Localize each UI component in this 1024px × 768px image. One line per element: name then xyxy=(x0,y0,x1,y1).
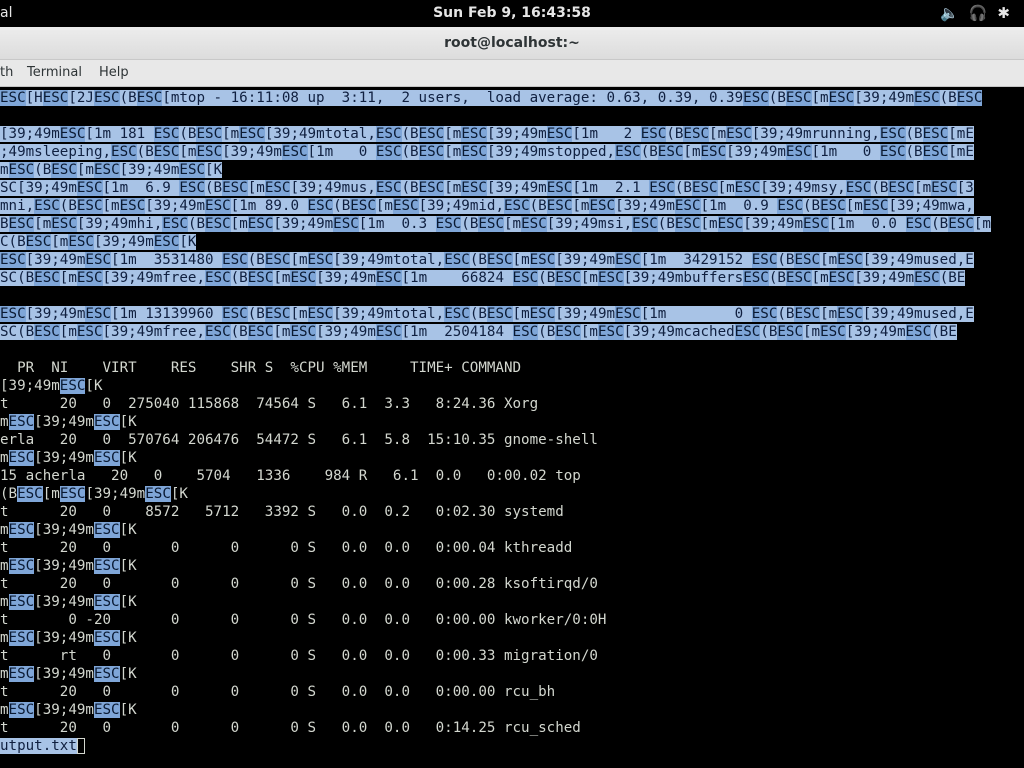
terminal-line-text: SC[39;49mESC[1m 6.9 ESC(BESC[mESC[39;49m… xyxy=(0,180,974,196)
menu-terminal[interactable]: Terminal xyxy=(27,65,82,80)
terminal-line-text: mESC[39;49mESC[K xyxy=(0,702,137,718)
terminal-line-text: (BESC[mESC[39;49mESC[K xyxy=(0,486,188,502)
terminal-line: mESC[39;49mESC[K xyxy=(0,665,137,683)
terminal-line: ESC[39;49mESC[1m 3531480 ESC(BESC[mESC[3… xyxy=(0,251,974,269)
terminal-line: 15 acherla 20 0 5704 1336 984 R 6.1 0.0 … xyxy=(0,467,581,485)
terminal-line-text: t 20 0 275040 115868 74564 S 6.1 3.3 8:2… xyxy=(0,396,539,412)
terminal-line: SC(BESC[mESC[39;49mfree,ESC(BESC[mESC[39… xyxy=(0,323,957,341)
bluetooth-icon[interactable]: ✱ xyxy=(997,4,1010,22)
terminal-line: [39;49mESC[K xyxy=(0,377,103,395)
system-tray[interactable]: 🔈 🎧 ✱ xyxy=(940,4,1010,22)
terminal-line-text: mESC[39;49mESC[K xyxy=(0,450,137,466)
terminal-line-text: C(BESC[mESC[39;49mESC[K xyxy=(0,234,197,250)
terminal-line-text: SC(BESC[mESC[39;49mfree,ESC(BESC[mESC[39… xyxy=(0,324,957,340)
window-titlebar[interactable]: root@localhost:~ xyxy=(0,27,1024,60)
terminal-line: t 0 -20 0 0 0 S 0.0 0.0 0:00.00 kworker/… xyxy=(0,611,606,629)
terminal-line: t 20 0 8572 5712 3392 S 0.0 0.2 0:02.30 … xyxy=(0,503,564,521)
terminal-line-text: t 20 0 0 0 0 S 0.0 0.0 0:14.25 rcu_sched xyxy=(0,720,581,736)
volume-icon[interactable]: 🔈 xyxy=(940,4,959,22)
terminal-line-text: mESC(BESC[mESC[39;49mESC[K xyxy=(0,162,223,178)
terminal-line: ESC[39;49mESC[1m 13139960 ESC(BESC[mESC[… xyxy=(0,305,974,323)
terminal-line: SC(BESC[mESC[39;49mfree,ESC(BESC[mESC[39… xyxy=(0,269,966,287)
terminal-line-text: 15 acherla 20 0 5704 1336 984 R 6.1 0.0 … xyxy=(0,468,581,484)
clock[interactable]: Sun Feb 9, 16:43:58 xyxy=(0,5,1024,21)
terminal-line: t 20 0 0 0 0 S 0.0 0.0 0:14.25 rcu_sched xyxy=(0,719,581,737)
terminal-line-text: erla 20 0 570764 206476 54472 S 6.1 5.8 … xyxy=(0,432,598,448)
terminal-line: mESC[39;49mESC[K xyxy=(0,449,137,467)
terminal-line: t 20 0 0 0 0 S 0.0 0.0 0:00.28 ksoftirqd… xyxy=(0,575,598,593)
terminal-line: t 20 0 0 0 0 S 0.0 0.0 0:00.00 rcu_bh xyxy=(0,683,555,701)
terminal-line-text: mESC[39;49mESC[K xyxy=(0,522,137,538)
terminal-line: mESC[39;49mESC[K xyxy=(0,593,137,611)
terminal-line-text: SC(BESC[mESC[39;49mfree,ESC(BESC[mESC[39… xyxy=(0,270,966,286)
terminal-line: erla 20 0 570764 206476 54472 S 6.1 5.8 … xyxy=(0,431,598,449)
terminal-line-text: mESC[39;49mESC[K xyxy=(0,594,137,610)
terminal-line-text: mESC[39;49mESC[K xyxy=(0,558,137,574)
terminal-line-text: utput.txt xyxy=(0,738,77,754)
menu-search[interactable]: th xyxy=(0,65,13,80)
terminal-line: PR NI VIRT RES SHR S %CPU %MEM TIME+ COM… xyxy=(0,359,521,377)
terminal-line: mESC[39;49mESC[K xyxy=(0,701,137,719)
terminal-line: mESC[39;49mESC[K xyxy=(0,521,137,539)
terminal-line: ;49msleeping,ESC(BESC[mESC[39;49mESC[1m … xyxy=(0,143,974,161)
terminal-line-text: [39;49mESC[1m 181 ESC(BESC[mESC[39;49mto… xyxy=(0,126,974,142)
terminal-line: mESC[39;49mESC[K xyxy=(0,557,137,575)
terminal-line-text: mESC[39;49mESC[K xyxy=(0,630,137,646)
terminal-line-text: ESC[39;49mESC[1m 3531480 ESC(BESC[mESC[3… xyxy=(0,252,974,268)
terminal-line: mni,ESC(BESC[mESC[39;49mESC[1m 89.0 ESC(… xyxy=(0,197,974,215)
terminal-line-text: mESC[39;49mESC[K xyxy=(0,666,137,682)
terminal-line: BESC[mESC[39;49mhi,ESC(BESC[mESC[39;49mE… xyxy=(0,215,991,233)
headphones-icon[interactable]: 🎧 xyxy=(969,4,988,22)
terminal-line: mESC(BESC[mESC[39;49mESC[K xyxy=(0,161,223,179)
terminal-line: (BESC[mESC[39;49mESC[K xyxy=(0,485,188,503)
terminal-line-text: t 0 -20 0 0 0 S 0.0 0.0 0:00.00 kworker/… xyxy=(0,612,607,628)
text-cursor xyxy=(76,738,85,754)
terminal-line-text: t rt 0 0 0 0 S 0.0 0.0 0:00.33 migration… xyxy=(0,648,598,664)
terminal-line: t 20 0 0 0 0 S 0.0 0.0 0:00.04 kthreadd xyxy=(0,539,572,557)
terminal-line-text: mni,ESC(BESC[mESC[39;49mESC[1m 89.0 ESC(… xyxy=(0,198,974,214)
terminal-line-text: [39;49mESC[K xyxy=(0,378,103,394)
terminal-line-text: BESC[mESC[39;49mhi,ESC(BESC[mESC[39;49mE… xyxy=(0,216,991,232)
terminal-line-text: ;49msleeping,ESC(BESC[mESC[39;49mESC[1m … xyxy=(0,144,974,160)
terminal-line-text: ESC[39;49mESC[1m 13139960 ESC(BESC[mESC[… xyxy=(0,306,974,322)
terminal-line-text: PR NI VIRT RES SHR S %CPU %MEM TIME+ COM… xyxy=(0,360,522,376)
window-title: root@localhost:~ xyxy=(444,35,580,51)
terminal-line-text: t 20 0 0 0 0 S 0.0 0.0 0:00.04 kthreadd xyxy=(0,540,573,556)
terminal-line-text: t 20 0 8572 5712 3392 S 0.0 0.2 0:02.30 … xyxy=(0,504,564,520)
terminal-line: mESC[39;49mESC[K xyxy=(0,629,137,647)
menu-bar: th Terminal Help xyxy=(0,60,1024,87)
terminal-line-text: ESC[HESC[2JESC(BESC[mtop - 16:11:08 up 3… xyxy=(0,90,983,106)
terminal-line: t rt 0 0 0 0 S 0.0 0.0 0:00.33 migration… xyxy=(0,647,598,665)
terminal-line: mESC[39;49mESC[K xyxy=(0,413,137,431)
terminal-line: utput.txt xyxy=(0,737,85,755)
terminal-line: [39;49mESC[1m 181 ESC(BESC[mESC[39;49mto… xyxy=(0,125,974,143)
terminal-line: SC[39;49mESC[1m 6.9 ESC(BESC[mESC[39;49m… xyxy=(0,179,974,197)
terminal-line-text: t 20 0 0 0 0 S 0.0 0.0 0:00.00 rcu_bh xyxy=(0,684,556,700)
terminal-output[interactable]: ESC[HESC[2JESC(BESC[mtop - 16:11:08 up 3… xyxy=(0,87,1024,768)
top-panel: al Sun Feb 9, 16:43:58 🔈 🎧 ✱ xyxy=(0,0,1024,27)
terminal-line: t 20 0 275040 115868 74564 S 6.1 3.3 8:2… xyxy=(0,395,538,413)
terminal-line: C(BESC[mESC[39;49mESC[K xyxy=(0,233,197,251)
menu-help[interactable]: Help xyxy=(99,65,129,80)
terminal-line-text: mESC[39;49mESC[K xyxy=(0,414,137,430)
terminal-line-text: t 20 0 0 0 0 S 0.0 0.0 0:00.28 ksoftirqd… xyxy=(0,576,598,592)
terminal-line: ESC[HESC[2JESC(BESC[mtop - 16:11:08 up 3… xyxy=(0,89,983,107)
